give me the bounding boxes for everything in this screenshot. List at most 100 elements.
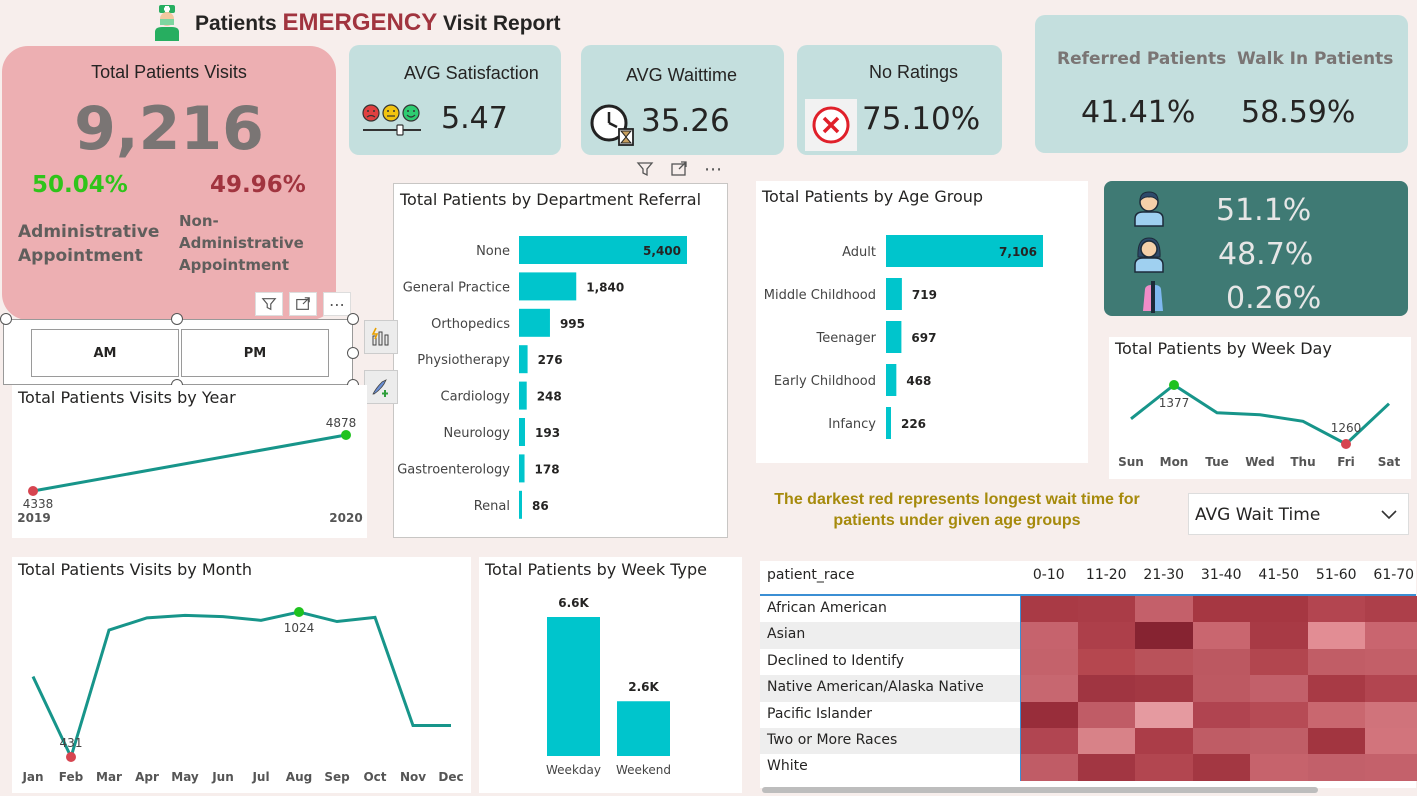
slicer-pm-button[interactable]: PM (181, 329, 329, 377)
heatmap-cell[interactable] (1250, 648, 1308, 676)
heatmap-cell[interactable] (1077, 675, 1136, 703)
heatmap-cell[interactable] (1307, 648, 1366, 676)
resize-handle[interactable] (347, 313, 359, 325)
heatmap-row-label: White (767, 758, 808, 775)
heatmap-scrollbar[interactable] (762, 787, 1318, 793)
bar (519, 308, 550, 337)
heatmap-cell[interactable] (1135, 728, 1193, 755)
admin-pct: 50.04% (32, 172, 128, 198)
heatmap-cell[interactable] (1365, 754, 1417, 782)
other-gender-icon (1140, 281, 1166, 317)
filter-icon[interactable] (631, 157, 659, 181)
heatmap-cell[interactable] (1077, 728, 1136, 755)
heatmap-cell[interactable] (1250, 622, 1308, 650)
heatmap-cell[interactable] (1250, 728, 1308, 755)
slicer-more-icon[interactable]: ⋯ (323, 292, 351, 316)
data-label: 1377 (1159, 396, 1190, 410)
heatmap-cell[interactable] (1307, 596, 1366, 623)
heatmap-cell[interactable] (1307, 622, 1366, 650)
avg-satisfaction-value: 5.47 (441, 101, 508, 136)
heatmap-cell[interactable] (1250, 701, 1308, 729)
slicer-filter-icon[interactable] (255, 292, 283, 316)
heatmap-cell[interactable] (1020, 701, 1078, 729)
format-visual-icon[interactable] (364, 370, 398, 404)
heatmap-cell[interactable] (1307, 728, 1366, 755)
heatmap-cell[interactable] (1077, 622, 1136, 650)
max-point (294, 607, 304, 617)
heatmap-cell[interactable] (1135, 622, 1193, 650)
heatmap-cell[interactable] (1077, 754, 1136, 782)
heatmap-cell[interactable] (1250, 675, 1308, 703)
bar (547, 617, 600, 756)
heatmap-cell[interactable] (1135, 675, 1193, 703)
heatmap-cell[interactable] (1135, 701, 1193, 729)
focus-mode-icon[interactable] (665, 157, 693, 181)
heatmap-cell[interactable] (1192, 701, 1251, 729)
x-tick-label: Aug (286, 770, 312, 784)
data-label: 1024 (284, 621, 315, 635)
heatmap-cell[interactable] (1020, 648, 1078, 676)
resize-handle[interactable] (347, 347, 359, 359)
heatmap-column-header: 41-50 (1258, 567, 1300, 583)
x-tick-label: Jan (21, 770, 43, 784)
heatmap-cell[interactable] (1365, 701, 1417, 729)
more-options-icon[interactable]: ⋯ (699, 157, 727, 181)
heatmap-cell[interactable] (1192, 754, 1251, 782)
heatmap-cell[interactable] (1077, 701, 1136, 729)
heatmap-cell[interactable] (1307, 675, 1366, 703)
heatmap-cell[interactable] (1307, 701, 1366, 729)
heatmap-cell[interactable] (1020, 728, 1078, 755)
heatmap-row-label: Declined to Identify (767, 652, 905, 669)
female-pct: 48.7% (1218, 237, 1314, 272)
heatmap-cell[interactable] (1192, 596, 1251, 623)
slicer-focus-icon[interactable] (289, 292, 317, 316)
heatmap-cell[interactable] (1365, 596, 1417, 623)
nonadmin-label-line: Non- (179, 212, 219, 230)
series-line (32, 433, 347, 493)
heatmap-cell[interactable] (1365, 728, 1417, 755)
bar-category-label: Orthopedics (431, 317, 510, 332)
heatmap-cell[interactable] (1192, 622, 1251, 650)
build-visual-icon[interactable] (364, 320, 398, 354)
year-chart-svg: 2019 2020 4338 4878 (17, 416, 362, 525)
resize-handle[interactable] (171, 313, 183, 325)
heatmap-cell[interactable] (1135, 596, 1193, 623)
heatmap-cell[interactable] (1192, 648, 1251, 676)
max-point (1169, 380, 1179, 390)
age-group-chart: Total Patients by Age Group Adult 7,106 Mi… (756, 181, 1088, 463)
heatmap-cell[interactable] (1077, 648, 1136, 676)
nonadmin-pct: 49.96% (210, 172, 306, 198)
heatmap-cell[interactable] (1020, 675, 1078, 703)
nonadmin-label: Non- Administrative Appointment (179, 210, 304, 276)
measure-dropdown[interactable]: AVG Wait Time (1188, 493, 1409, 535)
heatmap-cell[interactable] (1365, 622, 1417, 650)
slicer-am-label: AM (93, 345, 117, 361)
bar-data-label: 468 (906, 374, 931, 388)
month-visits-chart: Total Patients Visits by Month Jan Feb Mar… (12, 557, 471, 793)
heatmap-cell[interactable] (1365, 675, 1417, 703)
heatmap-cell[interactable] (1020, 622, 1078, 650)
x-tick-label: Weekend (616, 763, 671, 777)
bar (519, 272, 577, 301)
heatmap-cell[interactable] (1077, 596, 1136, 623)
admin-label: Administrative Appointment (18, 220, 159, 268)
heatmap-cell[interactable] (1250, 754, 1308, 782)
no-ratings-card: No Ratings 75.10% (797, 45, 1002, 155)
slicer-am-button[interactable]: AM (31, 329, 179, 377)
heatmap-cell[interactable] (1020, 596, 1078, 623)
bar (519, 345, 528, 374)
heatmap-cell[interactable] (1365, 648, 1417, 676)
heatmap-cell[interactable] (1250, 596, 1308, 623)
heatmap-cell[interactable] (1307, 754, 1366, 782)
heatmap-cell[interactable] (1135, 754, 1193, 782)
resize-handle[interactable] (0, 313, 12, 325)
dept-referral-chart: Total Patients by Department Referral No… (393, 183, 728, 538)
heatmap-row-label: Two or More Races (767, 732, 898, 748)
x-tick-label: Jun (211, 770, 234, 784)
bar (886, 407, 891, 439)
heatmap-cell[interactable] (1135, 648, 1193, 676)
heatmap-cell[interactable] (1020, 754, 1078, 782)
heatmap-cell[interactable] (1192, 728, 1251, 755)
heatmap-cell[interactable] (1192, 675, 1251, 703)
x-tick-label: Sun (1118, 455, 1144, 469)
